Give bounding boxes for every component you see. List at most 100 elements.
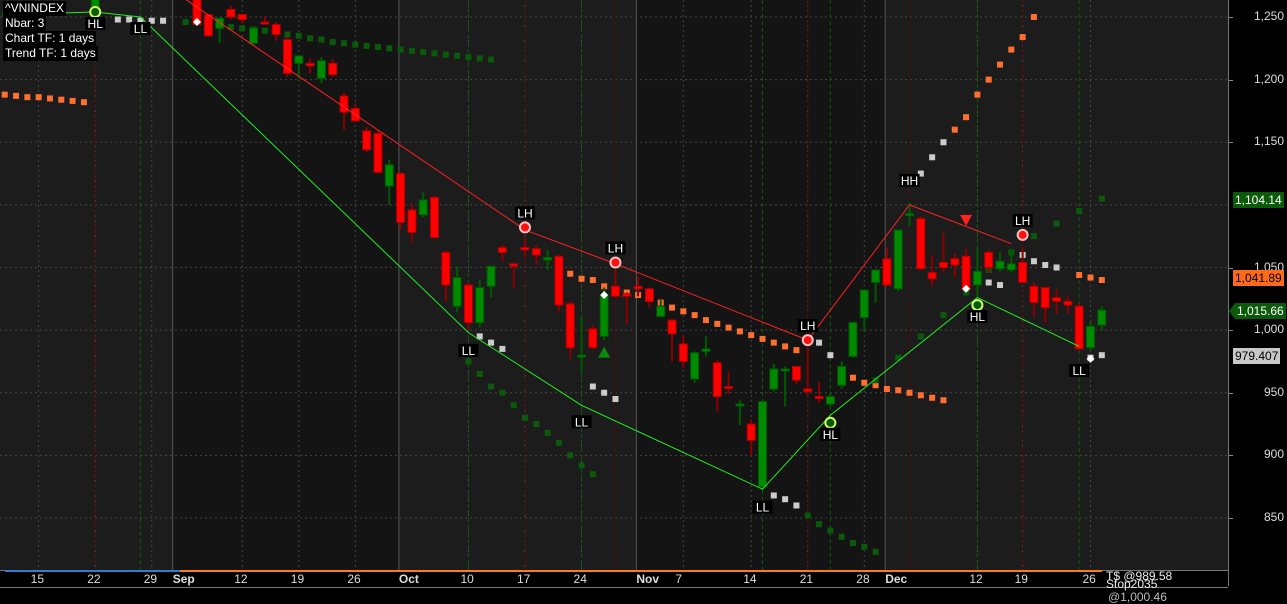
date-tick-label: 29 (143, 572, 158, 586)
date-tick-label: 26 (347, 572, 361, 586)
green-trail-dot (849, 540, 856, 547)
orange-stop-dot (35, 94, 42, 101)
pivot-high-circle-icon (801, 334, 814, 347)
pivot-label: LL (134, 22, 148, 36)
orange-stop-dot (782, 343, 789, 350)
gray-stop-dot (1030, 258, 1037, 265)
date-tick-label: 12 (234, 572, 248, 586)
candle-up (859, 289, 869, 319)
price-marker-label: 1,104.14 (1233, 191, 1284, 208)
price-marker-label: 1,041.89 (1233, 269, 1284, 286)
candle-up (475, 287, 485, 324)
price-tick (1229, 17, 1233, 18)
gray-stop-dot (827, 352, 834, 359)
candle-down (588, 328, 598, 349)
green-trail-dot (465, 358, 472, 365)
gray-stop-dot (499, 345, 506, 352)
candle-down (916, 218, 926, 270)
gray-stop-dot (985, 279, 992, 286)
price-axis: 1,250 1,200 1,150 1,050 1,000 950 900 850 1,104.… (1228, 0, 1287, 586)
green-trail-dot (307, 35, 314, 42)
date-tick-label: 26 (1082, 572, 1096, 586)
green-trail-dot (397, 46, 404, 53)
candle-down (328, 62, 338, 76)
pivot-label: HL (970, 310, 986, 324)
green-trail-dot (1098, 195, 1105, 202)
candle-down (1018, 261, 1028, 284)
pivot-label: LL (462, 344, 476, 358)
candle-down (1052, 297, 1062, 302)
candle-up (486, 265, 496, 287)
entry-text: @1,000.46 (1108, 590, 1167, 604)
candle-down (339, 95, 349, 113)
pivot-label: HL (823, 428, 839, 442)
candle-up (1097, 309, 1107, 326)
green-trail-dot (533, 421, 540, 428)
candle-down (724, 385, 734, 389)
candle-down (565, 303, 575, 349)
candle-up (848, 322, 858, 357)
orange-stop-dot (883, 385, 890, 392)
price-marker-arrow-icon (1229, 302, 1235, 319)
date-tick-label: 19 (290, 572, 305, 586)
orange-stop-dot (714, 320, 721, 327)
month-label: Oct (398, 572, 419, 586)
candle-up (1006, 263, 1016, 271)
date-tick-label: 10 (460, 572, 474, 586)
candle-down (203, 13, 213, 37)
orange-stop-dot (917, 392, 924, 399)
gray-stop-dot (782, 496, 789, 503)
pivot-low-circle-icon (824, 416, 837, 429)
candle-down (938, 261, 948, 268)
pivot-high-circle-icon (609, 256, 622, 269)
green-trail-dot (442, 51, 449, 58)
gray-stop-dot (997, 282, 1004, 289)
green-trail-dot (476, 55, 483, 62)
date-tick-label: 12 (969, 572, 983, 586)
green-trail-dot (521, 414, 528, 421)
orange-stop-dot (725, 324, 732, 331)
orange-stop-dot (940, 397, 947, 404)
green-trail-dot (476, 370, 483, 377)
green-trail-dot (872, 548, 879, 555)
orange-stop-dot (1019, 34, 1026, 41)
orange-stop-dot (13, 92, 20, 99)
green-trail-dot (578, 462, 585, 469)
date-axis: 15 22 29 Sep 12 19 26 Oct 10 17 24 Nov 7 14 21 28 Dec 12 1… (0, 570, 1228, 588)
pivot-label: LL (756, 500, 770, 514)
candle-up (758, 401, 767, 488)
green-trail-dot (239, 25, 246, 32)
candle-down (362, 130, 372, 151)
price-tick (1229, 455, 1233, 457)
candle-down (260, 21, 270, 25)
orange-stop-dot (736, 328, 743, 335)
candle-down (803, 388, 813, 392)
candle-up (690, 352, 700, 380)
candle-down (678, 343, 688, 362)
pivot-label: LL (1073, 364, 1087, 378)
candle-up (418, 199, 428, 216)
pivot-label: LH (1015, 214, 1030, 228)
candle-up (905, 213, 915, 217)
green-trail-dot (341, 40, 348, 47)
candle-up (452, 277, 462, 307)
green-trail-dot (352, 41, 359, 48)
date-tick-label: 15 (30, 572, 45, 586)
gray-stop-dot (612, 396, 619, 403)
orange-stop-dot (58, 96, 65, 103)
candle-up (995, 260, 1005, 270)
price-tick-label: 850 (1263, 510, 1284, 524)
month-band (398, 0, 637, 570)
price-tick (1229, 518, 1233, 519)
candle-down (622, 293, 632, 297)
candle-up (735, 403, 745, 407)
orange-stop-dot (680, 308, 687, 315)
gray-stop-dot (601, 389, 608, 396)
green-trail-dot (567, 452, 574, 459)
orange-stop-dot (578, 275, 585, 282)
pivot-label: LL (575, 415, 589, 429)
price-chart[interactable]: HL LL LH LH LH HH LH LL LL LL HL HL LL (0, 0, 1228, 570)
pivot-label: HL (88, 17, 104, 31)
candle-down (1074, 305, 1084, 350)
green-trail-dot (454, 52, 461, 59)
